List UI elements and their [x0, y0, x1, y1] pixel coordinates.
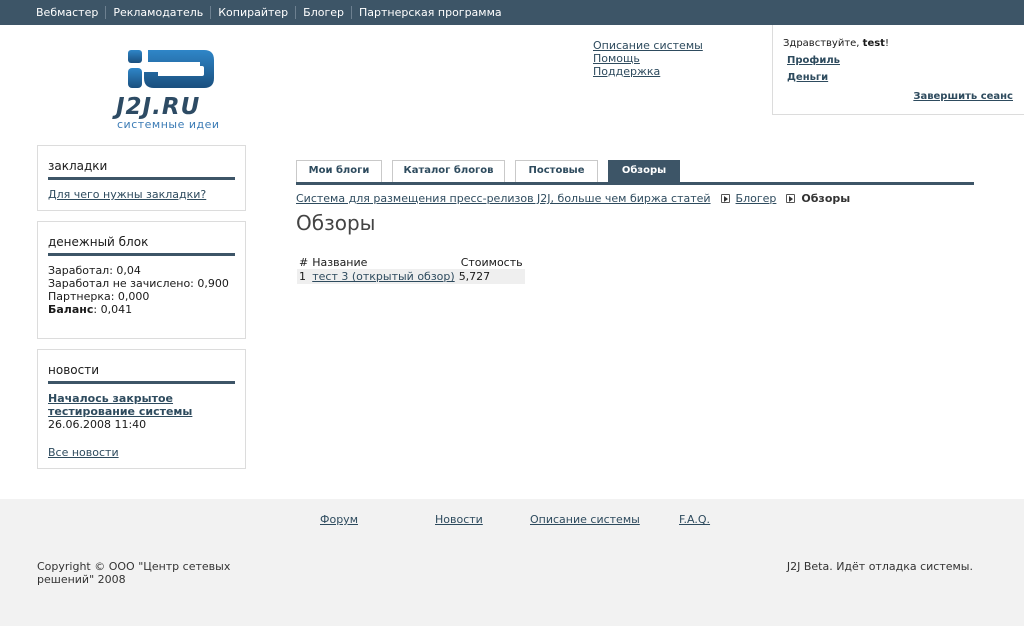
- news-block: новости Началось закрытое тестирование с…: [37, 349, 246, 469]
- user-name: test: [862, 38, 885, 49]
- row-price: 5,727: [456, 269, 525, 284]
- topnav-copywriter[interactable]: Копирайтер: [210, 6, 295, 19]
- top-navigation-bar: Вебмастер Рекламодатель Копирайтер Блоге…: [0, 0, 1024, 25]
- page-title: Обзоры: [296, 211, 376, 235]
- header-links: Описание системы Помощь Поддержка: [593, 39, 703, 78]
- review-link[interactable]: тест 3 (открытый обзор): [312, 270, 454, 283]
- user-greeting: Здравствуйте, test!: [783, 38, 889, 49]
- copyright-text: Copyright © ООО "Центр сетевых решений" …: [37, 560, 231, 586]
- breadcrumb-arrow-icon: [720, 194, 730, 203]
- tab-reviews[interactable]: Обзоры: [608, 160, 680, 182]
- table-row: 1 тест 3 (открытый обзор) 5,727: [297, 269, 525, 284]
- col-number: #: [299, 255, 309, 269]
- money-earned: Заработал: 0,04: [48, 264, 141, 277]
- money-block: денежный блок Заработал: 0,04 Заработал …: [37, 221, 246, 339]
- tab-posts[interactable]: Постовые: [515, 160, 598, 182]
- money-pending: Заработал не зачислено: 0,900: [48, 277, 229, 290]
- logout-link[interactable]: Завершить сеанс: [913, 91, 1013, 102]
- money-balance: Баланс: 0,041: [48, 303, 133, 316]
- logo-mark-icon: [128, 50, 214, 88]
- tab-blog-catalog[interactable]: Каталог блогов: [392, 160, 505, 182]
- news-date: 26.06.2008 11:40: [48, 418, 147, 431]
- table-header-row: # Название Стоимость: [297, 255, 525, 269]
- profile-link[interactable]: Профиль: [787, 55, 840, 66]
- top-nav: Вебмастер Рекламодатель Копирайтер Блоге…: [36, 6, 509, 19]
- bookmarks-title: закладки: [48, 158, 235, 180]
- topnav-advertiser[interactable]: Рекламодатель: [105, 6, 210, 19]
- topnav-blogger[interactable]: Блогер: [295, 6, 351, 19]
- footer: Форум Новости Описание системы F.A.Q. Co…: [0, 499, 1024, 626]
- blogger-tabs: Мои блоги Каталог блогов Постовые Обзоры: [296, 160, 974, 185]
- link-system-description[interactable]: Описание системы: [593, 39, 703, 52]
- news-item-link[interactable]: Началось закрытое тестирование системы: [48, 392, 235, 418]
- logo-brand-text: J2J.RU: [116, 94, 201, 120]
- footer-link-forum[interactable]: Форум: [320, 513, 358, 526]
- footer-link-faq[interactable]: F.A.Q.: [679, 513, 710, 526]
- bookmarks-block: закладки Для чего нужны закладки?: [37, 145, 246, 211]
- col-price: Стоимость: [460, 255, 523, 269]
- breadcrumb-current: Обзоры: [801, 192, 851, 205]
- breadcrumb-root[interactable]: Система для размещения пресс-релизов J2J…: [296, 192, 711, 205]
- news-title: новости: [48, 362, 235, 384]
- bookmarks-help-link[interactable]: Для чего нужны закладки?: [48, 188, 206, 201]
- col-name: Название: [312, 255, 368, 269]
- logo-tagline: системные идеи: [117, 118, 220, 131]
- footer-link-news[interactable]: Новости: [435, 513, 483, 526]
- topnav-webmaster[interactable]: Вебмастер: [36, 6, 105, 19]
- link-help[interactable]: Помощь: [593, 52, 703, 65]
- footer-link-system-description[interactable]: Описание системы: [530, 513, 640, 526]
- tab-my-blogs[interactable]: Мои блоги: [296, 160, 382, 182]
- row-name: тест 3 (открытый обзор): [310, 269, 457, 284]
- row-number: 1: [297, 269, 311, 284]
- link-support[interactable]: Поддержка: [593, 65, 703, 78]
- breadcrumb-arrow-icon: [786, 194, 796, 203]
- money-partner: Партнерка: 0,000: [48, 290, 150, 303]
- user-panel: Здравствуйте, test! Профиль Деньги Завер…: [772, 25, 1024, 115]
- site-logo[interactable]: J2J.RU системные идеи: [116, 48, 236, 132]
- money-title: денежный блок: [48, 234, 235, 256]
- breadcrumb-blogger[interactable]: Блогер: [736, 192, 777, 205]
- beta-status-text: J2J Beta. Идёт отладка системы.: [786, 560, 973, 573]
- breadcrumb: Система для размещения пресс-релизов J2J…: [296, 192, 850, 205]
- reviews-table: # Название Стоимость 1 тест 3 (открытый …: [297, 255, 525, 284]
- topnav-partner-program[interactable]: Партнерская программа: [351, 6, 509, 19]
- all-news-link[interactable]: Все новости: [48, 446, 235, 459]
- money-link[interactable]: Деньги: [787, 72, 828, 83]
